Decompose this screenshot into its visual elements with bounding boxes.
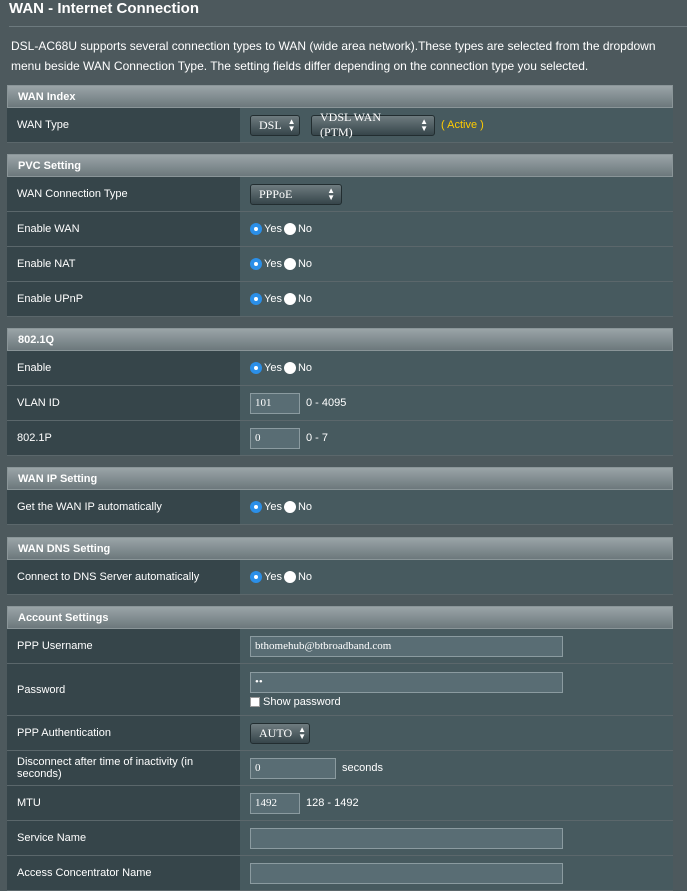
updown-arrows-icon: ▲ ▼ (420, 117, 428, 133)
enable-upnp-yes-radio[interactable]: Yes (250, 293, 282, 305)
vlan-priority-label: 802.1P (7, 421, 240, 455)
wan-ip-auto-yes-radio[interactable]: Yes (250, 501, 282, 513)
section-heading: PVC Setting (7, 154, 673, 177)
radio-selected-icon (250, 223, 262, 235)
wan-internet-connection-page: WAN - Internet Connection DSL-AC68U supp… (0, 0, 687, 891)
radio-selected-icon (250, 571, 262, 583)
radio-empty-icon (283, 258, 296, 270)
ppp-username-input[interactable]: bthomehub@btbroadband.com (250, 635, 563, 657)
updown-arrows-icon: ▲ ▼ (287, 117, 296, 133)
radio-selected-icon (250, 293, 262, 305)
enable-wan-no-radio[interactable]: No (283, 223, 312, 235)
section-heading: WAN IP Setting (7, 467, 673, 490)
radio-selected-icon (250, 362, 262, 374)
dns-auto-yes-radio[interactable]: Yes (250, 571, 282, 583)
show-password-toggle[interactable]: Show password (250, 696, 341, 708)
title-divider (9, 26, 687, 27)
access-concentrator-input[interactable] (250, 862, 563, 884)
vlan-enable-no-radio[interactable]: No (283, 362, 312, 374)
wan-connection-type-label: WAN Connection Type (7, 177, 240, 211)
vlan-id-range: 0 - 4095 (306, 397, 347, 409)
vlan-enable-yes-radio[interactable]: Yes (250, 362, 282, 374)
access-concentrator-row: Access Concentrator Name (7, 856, 673, 891)
wan-connection-type-select[interactable]: PPPoE ▲ ▼ (250, 183, 342, 205)
mtu-row: MTU 1492 128 - 1492 (7, 786, 673, 821)
section-heading: 802.1Q (7, 328, 673, 351)
vlan-priority-row: 802.1P 0 0 - 7 (7, 421, 673, 456)
wan-ip-section: WAN IP Setting Get the WAN IP automatica… (7, 467, 673, 525)
page-title: WAN - Internet Connection (9, 0, 199, 17)
idle-timeout-unit: seconds (342, 762, 383, 774)
radio-empty-icon (283, 223, 296, 235)
account-settings-section: Account Settings PPP Username bthomehub@… (7, 606, 673, 891)
radio-selected-icon (250, 501, 262, 513)
ppp-auth-row: PPP Authentication AUTO ▲ ▼ (7, 716, 673, 751)
wan-type-row: WAN Type DSL ▲ ▼ VDSL WAN (PTM) ▲ ▼ ( Acti… (7, 108, 673, 143)
wan-index-section: WAN Index WAN Type DSL ▲ ▼ VDSL WAN (PTM)… (7, 85, 673, 143)
vlan-enable-label: Enable (7, 351, 240, 385)
enable-wan-yes-radio[interactable]: Yes (250, 223, 282, 235)
wan-type-label: WAN Type (7, 108, 240, 142)
updown-arrows-icon: ▲ ▼ (298, 725, 307, 741)
mtu-input[interactable]: 1492 (250, 792, 300, 814)
section-heading: Account Settings (7, 606, 673, 629)
checkbox-icon (250, 696, 260, 707)
wan-ip-auto-label: Get the WAN IP automatically (7, 490, 240, 524)
mtu-range: 128 - 1492 (306, 797, 359, 809)
ppp-username-label: PPP Username (7, 629, 240, 663)
vlan-8021q-section: 802.1Q Enable Yes No VLAN ID 101 0 - 409… (7, 328, 673, 456)
section-heading: WAN Index (7, 85, 673, 108)
idle-timeout-label: Disconnect after time of inactivity (in … (7, 751, 240, 785)
wan-connection-type-row: WAN Connection Type PPPoE ▲ ▼ (7, 177, 673, 212)
pvc-setting-section: PVC Setting WAN Connection Type PPPoE ▲ ▼… (7, 154, 673, 317)
enable-upnp-label: Enable UPnP (7, 282, 240, 316)
service-name-row: Service Name (7, 821, 673, 856)
radio-empty-icon (283, 362, 296, 374)
dsl-select[interactable]: DSL ▲ ▼ (250, 114, 300, 136)
enable-nat-no-radio[interactable]: No (283, 258, 312, 270)
wan-dns-section: WAN DNS Setting Connect to DNS Server au… (7, 537, 673, 595)
dns-auto-label: Connect to DNS Server automatically (7, 560, 240, 594)
vlan-id-label: VLAN ID (7, 386, 240, 420)
access-concentrator-label: Access Concentrator Name (7, 856, 240, 890)
enable-nat-row: Enable NAT Yes No (7, 247, 673, 282)
ppp-auth-select[interactable]: AUTO ▲ ▼ (250, 722, 310, 744)
wan-ip-auto-row: Get the WAN IP automatically Yes No (7, 490, 673, 525)
vlan-id-input[interactable]: 101 (250, 392, 300, 414)
radio-empty-icon (283, 293, 296, 305)
password-input[interactable]: •• (250, 671, 563, 693)
idle-timeout-input[interactable]: 0 (250, 757, 336, 779)
enable-nat-label: Enable NAT (7, 247, 240, 281)
wan-status-badge: ( Active ) (441, 119, 484, 131)
page-description: DSL-AC68U supports several connection ty… (11, 39, 656, 73)
ppp-auth-label: PPP Authentication (7, 716, 240, 750)
service-name-label: Service Name (7, 821, 240, 855)
vlan-priority-range: 0 - 7 (306, 432, 329, 444)
password-row: Password •• Show password (7, 664, 673, 716)
updown-arrows-icon: ▲ ▼ (327, 186, 335, 202)
ppp-username-row: PPP Username bthomehub@btbroadband.com (7, 629, 673, 664)
mtu-label: MTU (7, 786, 240, 820)
radio-empty-icon (283, 501, 296, 513)
dns-auto-no-radio[interactable]: No (283, 571, 312, 583)
wan-ip-auto-no-radio[interactable]: No (283, 501, 312, 513)
vlan-id-row: VLAN ID 101 0 - 4095 (7, 386, 673, 421)
idle-timeout-row: Disconnect after time of inactivity (in … (7, 751, 673, 786)
enable-upnp-row: Enable UPnP Yes No (7, 282, 673, 317)
radio-selected-icon (250, 258, 262, 270)
enable-upnp-no-radio[interactable]: No (283, 293, 312, 305)
dns-auto-row: Connect to DNS Server automatically Yes … (7, 560, 673, 595)
enable-nat-yes-radio[interactable]: Yes (250, 258, 282, 270)
enable-wan-label: Enable WAN (7, 212, 240, 246)
wan-mode-select[interactable]: VDSL WAN (PTM) ▲ ▼ (311, 110, 435, 139)
vlan-priority-input[interactable]: 0 (250, 427, 300, 449)
enable-wan-row: Enable WAN Yes No (7, 212, 673, 247)
service-name-input[interactable] (250, 827, 563, 849)
vlan-enable-row: Enable Yes No (7, 351, 673, 386)
radio-empty-icon (283, 571, 296, 583)
password-label: Password (7, 664, 240, 715)
section-heading: WAN DNS Setting (7, 537, 673, 560)
